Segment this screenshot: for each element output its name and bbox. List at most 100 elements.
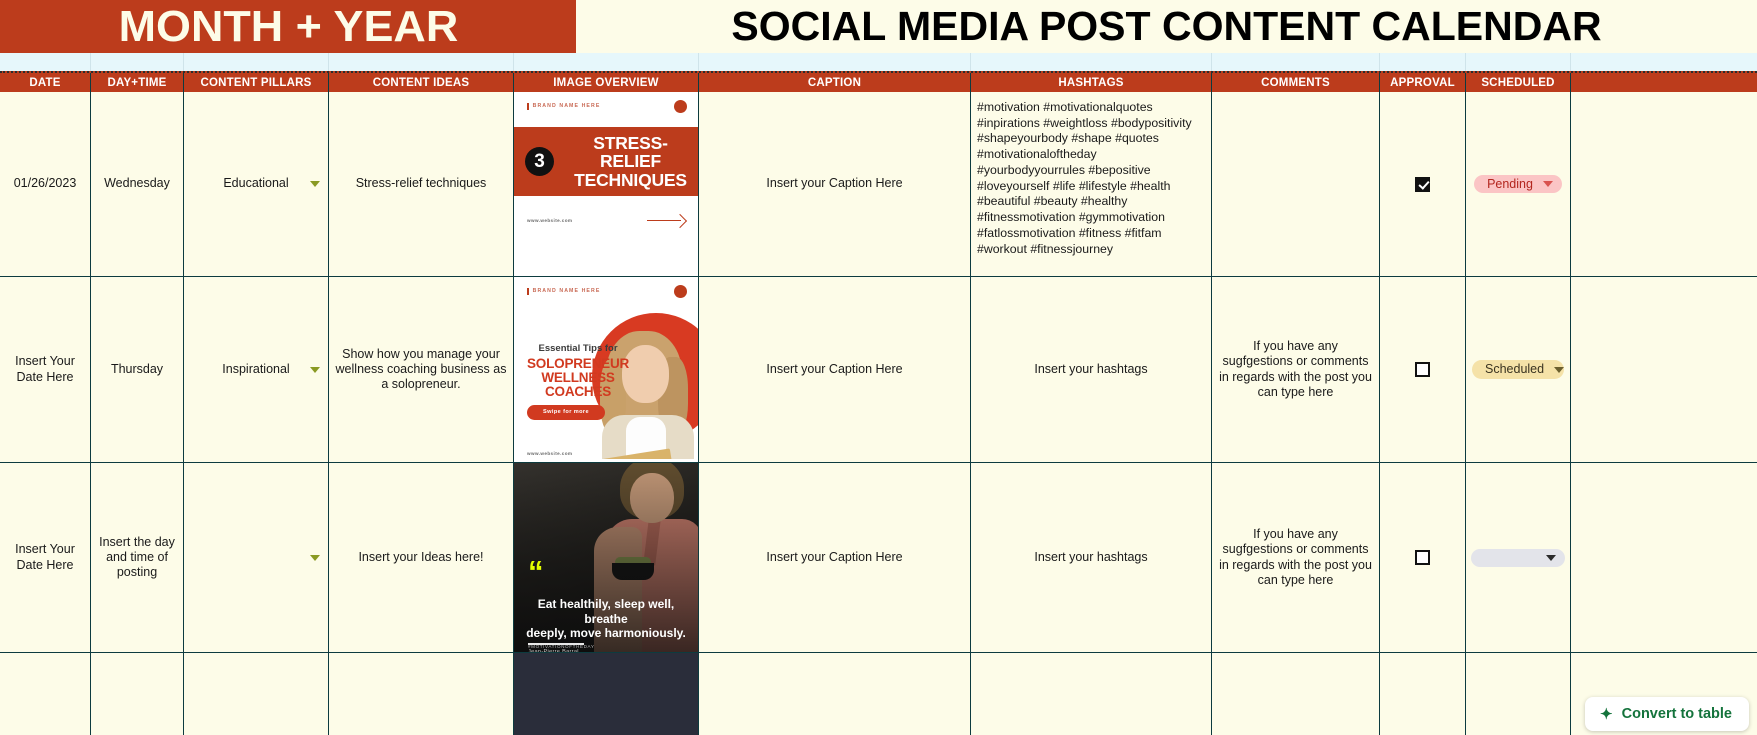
- brand-tick-icon: [527, 288, 529, 295]
- table-row: 01/26/2023 Wednesday Educational Stress-rel…: [0, 92, 1757, 277]
- post2-headline-line2: WELLNESS: [541, 369, 615, 385]
- ideas-value: Insert your Ideas here!: [358, 549, 484, 564]
- cell-comments[interactable]: If you have any sugfgestions or comments…: [1212, 277, 1380, 462]
- chevron-down-icon[interactable]: [310, 181, 320, 187]
- column-header-pillars[interactable]: CONTENT PILLARS: [184, 73, 329, 92]
- column-header-scheduled[interactable]: SCHEDULED: [1466, 73, 1571, 92]
- cell-ideas[interactable]: Stress-relief techniques: [329, 92, 514, 276]
- cell-hashtags[interactable]: Insert your hashtags: [971, 463, 1212, 652]
- caption-value: Insert your Caption Here: [766, 176, 903, 191]
- scheduled-status-dropdown[interactable]: Scheduled: [1472, 360, 1565, 379]
- post1-headline-line1: STRESS-RELIEF: [593, 132, 668, 172]
- cell-hashtags[interactable]: Insert your hashtags: [971, 277, 1212, 462]
- month-year-header-cell[interactable]: MONTH + YEAR: [0, 0, 576, 53]
- scheduled-status-dropdown[interactable]: [1471, 548, 1565, 567]
- cell-daytime[interactable]: Thursday: [91, 277, 184, 462]
- data-rows: 01/26/2023 Wednesday Educational Stress-rel…: [0, 92, 1757, 735]
- convert-to-table-label: Convert to table: [1621, 706, 1732, 722]
- calendar-header-cell[interactable]: SOCIAL MEDIA POST CONTENT CALENDAR: [576, 0, 1757, 53]
- cell-approval[interactable]: [1380, 92, 1466, 276]
- cell-caption[interactable]: Insert your Caption Here: [699, 277, 971, 462]
- cell-daytime[interactable]: [91, 653, 184, 735]
- cell-image[interactable]: BRAND NAME HERE 3 STRESS-RELIEF TECHNIQU…: [514, 92, 699, 276]
- cell-pillars[interactable]: [184, 463, 329, 652]
- content-pillar-value: Inspirational: [222, 361, 290, 376]
- arrow-right-icon: [647, 215, 685, 227]
- cell-daytime[interactable]: Wednesday: [91, 92, 184, 276]
- post1-headline: STRESS-RELIEF TECHNIQUES: [563, 132, 698, 190]
- cell-pillars[interactable]: [184, 653, 329, 735]
- post-brand-label: BRAND NAME HERE: [514, 277, 698, 298]
- cell-date[interactable]: 01/26/2023: [0, 92, 91, 276]
- convert-to-table-button[interactable]: ✦ Convert to table: [1585, 697, 1749, 731]
- column-header-approval[interactable]: APPROVAL: [1380, 73, 1466, 92]
- cell-scheduled[interactable]: Pending: [1466, 92, 1571, 276]
- post2-url: www.website.com: [527, 451, 573, 457]
- chevron-down-icon[interactable]: [310, 554, 320, 561]
- spacer-cell-date: [0, 53, 91, 71]
- approval-checkbox[interactable]: [1415, 550, 1430, 565]
- cell-ideas[interactable]: Insert your Ideas here!: [329, 463, 514, 652]
- post3-quote-text: Eat healthily, sleep well, breathe deepl…: [524, 597, 688, 641]
- post-preview-2[interactable]: BRAND NAME HERE Essential Tips for SOLOP…: [514, 277, 698, 462]
- cell-hashtags[interactable]: [971, 653, 1212, 735]
- column-header-ideas[interactable]: CONTENT IDEAS: [329, 73, 514, 92]
- cell-approval[interactable]: [1380, 277, 1466, 462]
- content-pillar-value: Educational: [223, 176, 289, 191]
- cell-comments[interactable]: [1212, 92, 1380, 276]
- cell-approval[interactable]: [1380, 463, 1466, 652]
- approval-checkbox[interactable]: [1415, 176, 1430, 192]
- hashtags-value: #motivation #motivationalquotes #inpirat…: [977, 100, 1192, 256]
- cell-pillars[interactable]: Educational: [184, 92, 329, 276]
- chevron-down-icon: [1542, 181, 1553, 187]
- cell-comments[interactable]: If you have any sugfgestions or comments…: [1212, 463, 1380, 652]
- post-logo-icon: [674, 100, 687, 113]
- chevron-down-icon: [1546, 554, 1556, 561]
- column-header-image[interactable]: IMAGE OVERVIEW: [514, 73, 699, 92]
- table-row: Insert Your Date Here Insert the day and …: [0, 463, 1757, 653]
- cell-hashtags[interactable]: #motivation #motivationalquotes #inpirat…: [971, 92, 1212, 276]
- cell-approval[interactable]: [1380, 653, 1466, 735]
- sparkle-icon: ✦: [1600, 705, 1613, 723]
- cell-pillars[interactable]: Inspirational: [184, 277, 329, 462]
- cell-image[interactable]: “ Eat healthily, sleep well, breathe dee…: [514, 463, 699, 652]
- column-header-hashtags[interactable]: HASHTAGS: [971, 73, 1212, 92]
- post1-footer: www.website.com: [514, 196, 698, 245]
- post-preview-3[interactable]: “ Eat healthily, sleep well, breathe dee…: [514, 463, 698, 652]
- cell-comments[interactable]: [1212, 653, 1380, 735]
- post-preview-4[interactable]: [514, 653, 698, 735]
- comments-value: If you have any sugfgestions or comments…: [1219, 527, 1372, 587]
- cell-daytime[interactable]: Insert the day and time of posting: [91, 463, 184, 652]
- column-header-comments[interactable]: COMMENTS: [1212, 73, 1380, 92]
- caption-value: Insert your Caption Here: [766, 361, 903, 376]
- quote-mark-icon: “: [528, 554, 543, 589]
- scheduled-status-dropdown[interactable]: Pending: [1474, 174, 1562, 194]
- cell-date[interactable]: Insert Your Date Here: [0, 277, 91, 462]
- cell-scheduled[interactable]: Scheduled: [1466, 277, 1571, 462]
- post1-headline-line2: TECHNIQUES: [574, 169, 687, 190]
- cell-date[interactable]: [0, 653, 91, 735]
- post1-number: 3: [525, 147, 554, 176]
- approval-checkbox[interactable]: [1415, 362, 1430, 377]
- cell-scheduled[interactable]: [1466, 463, 1571, 652]
- spacer-cell-hashtags: [971, 53, 1212, 71]
- cell-date[interactable]: Insert Your Date Here: [0, 463, 91, 652]
- cell-image[interactable]: [514, 653, 699, 735]
- column-header-daytime[interactable]: DAY+TIME: [91, 73, 184, 92]
- chevron-down-icon[interactable]: [310, 366, 320, 373]
- post2-headline-line1: SOLOPRENEUR: [527, 355, 630, 371]
- cell-image[interactable]: BRAND NAME HERE Essential Tips for SOLOP…: [514, 277, 699, 462]
- cell-caption[interactable]: Insert your Caption Here: [699, 463, 971, 652]
- column-header-date[interactable]: DATE: [0, 73, 91, 92]
- cell-scheduled[interactable]: [1466, 653, 1571, 735]
- post1-url: www.website.com: [527, 217, 573, 223]
- calendar-title: SOCIAL MEDIA POST CONTENT CALENDAR: [731, 3, 1602, 49]
- cell-ideas[interactable]: [329, 653, 514, 735]
- post-preview-1[interactable]: BRAND NAME HERE 3 STRESS-RELIEF TECHNIQU…: [514, 92, 698, 276]
- column-header-caption[interactable]: CAPTION: [699, 73, 971, 92]
- cell-ideas[interactable]: Show how you manage your wellness coachi…: [329, 277, 514, 462]
- cell-caption[interactable]: Insert your Caption Here: [699, 92, 971, 276]
- date-value: Insert Your Date Here: [15, 542, 75, 572]
- cell-caption[interactable]: [699, 653, 971, 735]
- post3-quote-line2: deeply, move harmoniously.: [526, 626, 686, 641]
